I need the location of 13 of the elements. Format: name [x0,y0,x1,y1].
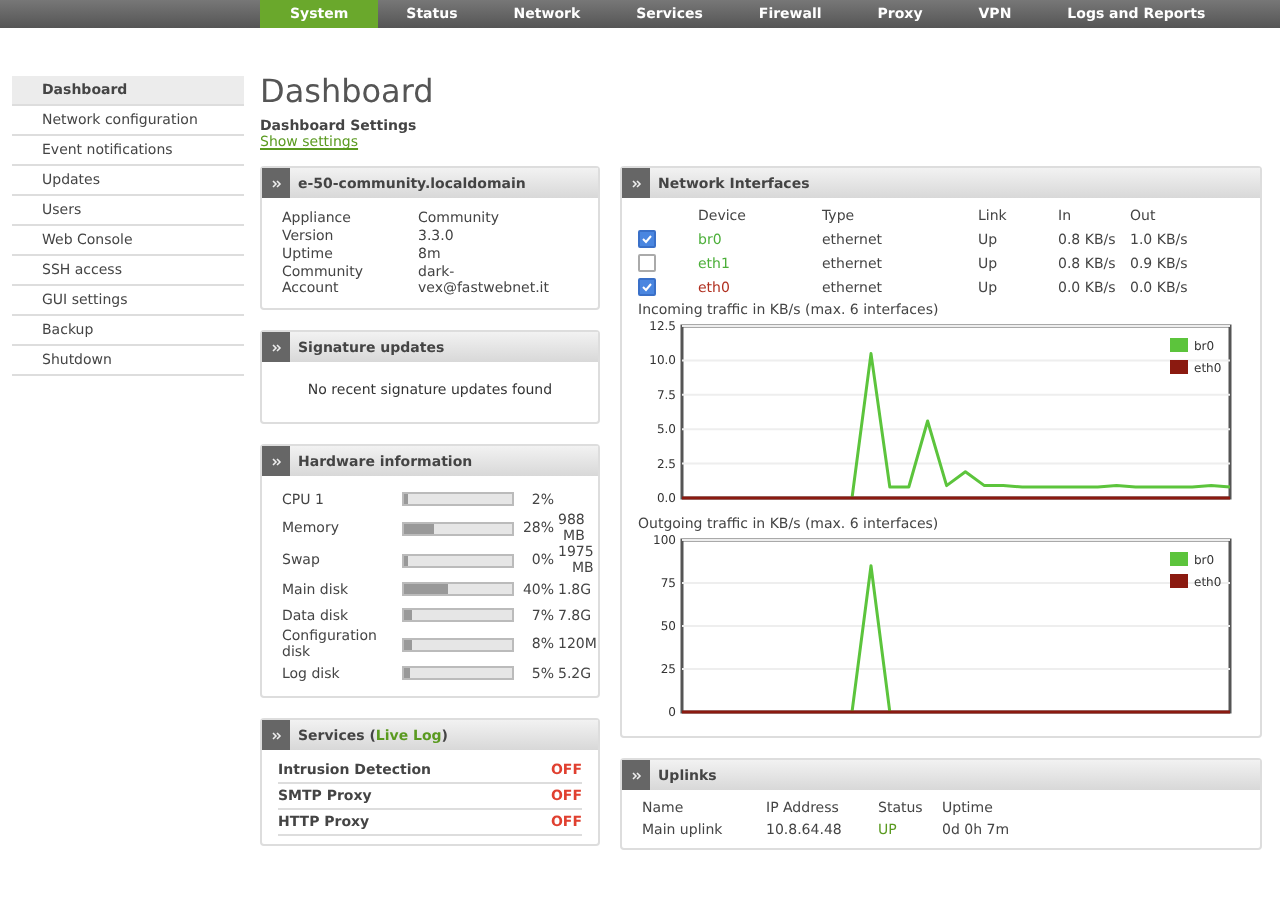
interface-checkbox[interactable] [638,278,656,296]
interface-checkbox[interactable] [638,254,656,272]
check-icon [642,282,652,292]
double-chevron-icon[interactable] [631,771,641,779]
double-chevron-icon[interactable] [271,179,281,187]
page-title: Dashboard [260,72,436,110]
line-series [850,352,1232,500]
double-chevron-icon[interactable] [271,731,281,739]
interface-checkbox[interactable] [638,230,656,248]
double-chevron-icon[interactable] [271,343,281,351]
double-chevron-icon[interactable] [271,457,281,465]
check-icon [642,234,652,244]
double-chevron-icon[interactable] [631,179,641,187]
